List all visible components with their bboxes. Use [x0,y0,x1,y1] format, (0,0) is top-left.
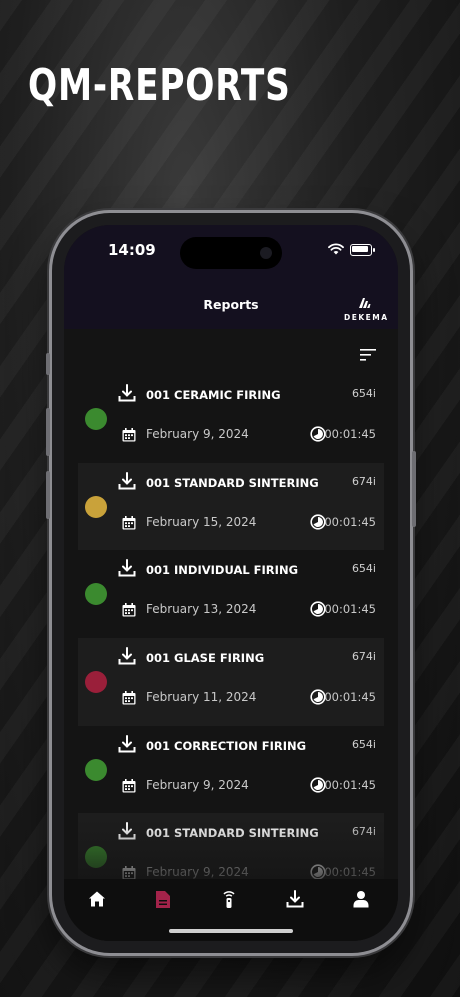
report-duration: 00:01:45 [324,514,376,529]
home-indicator [169,929,293,933]
power-button [412,451,416,527]
action-button [46,353,50,375]
report-name: 001 INDIVIDUAL FIRING [146,563,299,578]
tab-downloads[interactable] [280,887,310,911]
report-date: February 9, 2024 [146,427,249,441]
tab-reports[interactable] [148,887,178,911]
status-time: 14:09 [108,241,156,259]
dekema-logo-mark-icon [359,298,371,308]
user-icon [353,891,369,908]
report-duration: 00:01:45 [324,777,376,792]
volume-up-button [46,408,50,456]
calendar-icon [122,602,136,621]
report-date: February 11, 2024 [146,690,257,705]
report-name: 001 CERAMIC FIRING [146,388,281,402]
calendar-icon [122,690,136,709]
status-indicator [85,408,107,430]
wifi-icon [328,243,344,255]
report-code: 674i [351,474,376,488]
report-row[interactable]: 001 INDIVIDUAL FIRING 654i February 13, 20… [78,550,384,638]
download-icon[interactable] [118,471,136,494]
tab-profile[interactable] [346,887,376,911]
report-name: 001 GLASE FIRING [146,651,265,666]
report-code: 674i [351,650,376,664]
calendar-icon [122,778,136,797]
download-icon[interactable] [118,734,136,757]
tab-bar [64,879,398,941]
battery-icon [350,244,375,256]
calendar-icon [122,427,136,446]
report-date: February 13, 2024 [146,602,257,617]
status-indicator [85,758,107,781]
report-date: February 9, 2024 [146,777,249,792]
download-icon[interactable] [118,559,136,581]
report-date: February 15, 2024 [146,514,257,529]
report-duration: 00:01:45 [324,690,376,705]
app-screen: 14:09 Reports DEKEMA 001 CERAMIC FIRING … [64,225,398,941]
report-row[interactable]: 001 GLASE FIRING 674i February 11, 2024 00:… [78,638,384,726]
status-indicator [85,671,107,694]
report-code: 654i [351,562,376,576]
calendar-icon [122,515,136,534]
report-code: 654i [351,737,376,751]
phone-frame: 14:09 Reports DEKEMA 001 CERAMIC FIRING … [46,213,416,953]
report-row[interactable]: 001 CERAMIC FIRING 654i February 9, 2024 00… [78,375,384,463]
logo-text: DEKEMA [344,313,389,322]
status-indicator [85,495,107,518]
home-icon [89,891,105,907]
nav-bar: Reports DEKEMA [64,285,398,329]
report-name: 001 CORRECTION FIRING [146,738,307,753]
report-duration: 00:01:45 [324,427,376,441]
tab-home[interactable] [82,887,112,911]
list-fade-overlay [64,819,398,879]
download-icon[interactable] [118,647,136,669]
report-name: 001 STANDARD SINTERING [146,475,319,490]
document-icon [156,890,170,908]
dekema-logo: DEKEMA [344,293,389,322]
status-bar: 14:09 [64,225,398,285]
report-row[interactable]: 001 STANDARD SINTERING 674i February 15, 2… [78,462,384,551]
status-indicator [85,583,107,606]
reports-content: 001 CERAMIC FIRING 654i February 9, 2024 00… [64,329,398,941]
download-icon [286,890,304,908]
dynamic-island [180,237,282,269]
report-code: 654i [351,387,376,400]
tab-remote[interactable] [214,887,244,911]
promo-title: QM-REPORTS [28,60,291,111]
sort-filter-icon[interactable] [360,349,376,361]
remote-icon [223,891,235,908]
volume-down-button [46,471,50,519]
report-row[interactable]: 001 CORRECTION FIRING 654i February 9, 202… [78,726,384,814]
download-icon[interactable] [118,384,136,406]
report-duration: 00:01:45 [324,602,376,617]
